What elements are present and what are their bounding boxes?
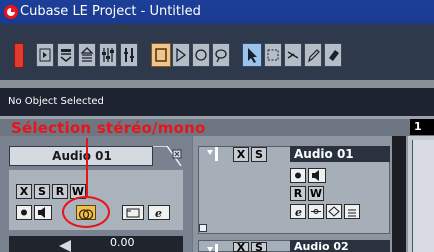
- inspector-track-name-label: Audio 01: [52, 149, 112, 163]
- track-expand-icon[interactable]: [205, 146, 225, 162]
- cubase-logo-icon: [3, 4, 19, 20]
- annotation-highlight-circle: [62, 196, 110, 228]
- svg-text:e: e: [295, 206, 302, 218]
- pencil-tool[interactable]: [304, 43, 322, 67]
- annotation-pointer-line: [86, 138, 88, 198]
- monitor-icon[interactable]: [34, 205, 52, 220]
- track-lock-icon[interactable]: [308, 204, 324, 219]
- ruler-mark: 1: [414, 120, 422, 133]
- track-solo-button[interactable]: S: [251, 147, 267, 162]
- volume-slider[interactable]: [9, 236, 183, 252]
- track-resize-handle[interactable]: [199, 224, 207, 232]
- circle-icon[interactable]: [192, 43, 210, 67]
- split-tool[interactable]: [284, 43, 302, 67]
- track-monitor-icon[interactable]: [308, 168, 326, 183]
- volume-value: 0.00: [110, 236, 135, 249]
- inspector-track-name[interactable]: Audio 01: [9, 146, 153, 166]
- window-titlebar[interactable]: Cubase LE Project - Untitled: [0, 0, 434, 24]
- constrain-delay-button[interactable]: [151, 43, 171, 67]
- track-read-button[interactable]: R: [290, 186, 306, 201]
- inspector-toggle-button[interactable]: [36, 43, 54, 67]
- pool-button[interactable]: [78, 43, 96, 67]
- play-button[interactable]: [172, 43, 190, 67]
- track-edit-icon[interactable]: e: [290, 204, 306, 219]
- event-display-lane: [412, 140, 434, 252]
- mixer-button[interactable]: [99, 43, 117, 67]
- track-mute-button[interactable]: X: [233, 147, 249, 162]
- inspector-tab-corner[interactable]: [153, 145, 183, 167]
- solo-button[interactable]: S: [34, 184, 50, 199]
- vst-connections-button[interactable]: [120, 43, 138, 67]
- track-record-icon[interactable]: [290, 168, 306, 183]
- read-automation-button[interactable]: R: [52, 184, 68, 199]
- track-timebase-icon[interactable]: [326, 204, 342, 219]
- track-solo-button[interactable]: S: [251, 242, 267, 252]
- track-name[interactable]: Audio 01: [290, 146, 390, 162]
- object-selection-tool[interactable]: [242, 43, 262, 67]
- status-bar: No Object Selected: [0, 88, 434, 118]
- track-lanes-icon[interactable]: [344, 204, 360, 219]
- svg-text:e: e: [155, 207, 162, 219]
- range-selection-tool[interactable]: [264, 43, 282, 67]
- activate-project-button[interactable]: [14, 43, 24, 68]
- track-mute-button[interactable]: X: [233, 242, 249, 252]
- track-expand-icon[interactable]: [205, 240, 225, 252]
- status-text: No Object Selected: [8, 96, 104, 107]
- toolbar-divider: [0, 80, 434, 88]
- track-list-scrollbar[interactable]: [392, 136, 406, 252]
- track-write-button[interactable]: W: [308, 186, 324, 201]
- window-title: Cubase LE Project - Untitled: [20, 4, 201, 19]
- overview-toggle-button[interactable]: [57, 43, 75, 67]
- record-enable-icon[interactable]: [16, 205, 32, 220]
- track-name[interactable]: Audio 02: [290, 240, 390, 252]
- annotation-label: Sélection stéréo/mono: [11, 119, 206, 137]
- loop-icon[interactable]: [212, 43, 230, 67]
- mute-button[interactable]: X: [16, 184, 32, 199]
- edit-icon[interactable]: e: [148, 205, 170, 220]
- eraser-tool[interactable]: [324, 43, 342, 67]
- folder-icon[interactable]: [122, 205, 144, 220]
